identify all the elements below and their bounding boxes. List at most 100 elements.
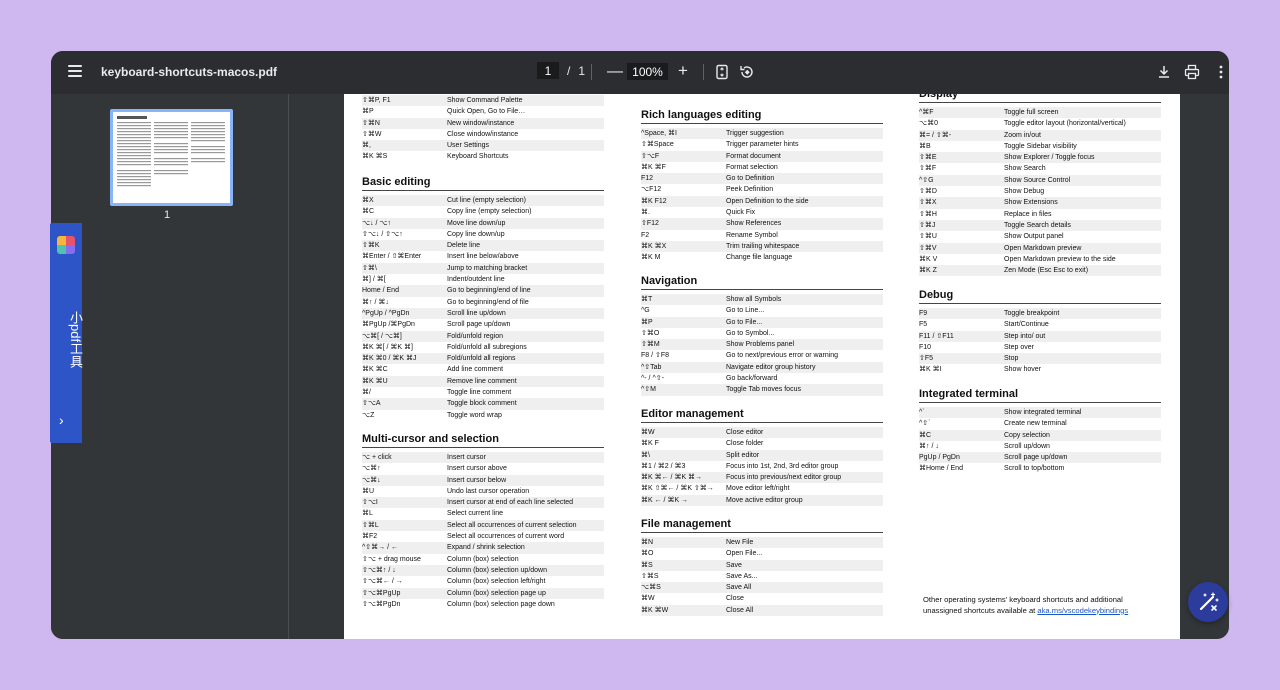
shortcut-description: Copy line down/up [447,230,505,238]
shortcut-section: Editor management ⌘W Close editor ⌘K F Close… [641,408,883,507]
shortcut-keys: ⇧⌥↓ / ⇧⌥↑ [362,230,403,238]
shortcut-keys: ⌥Z [362,411,375,419]
shortcut-description: Trigger parameter hints [726,141,799,149]
shortcut-description: Trigger suggestion [726,130,784,137]
shortcut-description: Toggle Tab moves focus [726,386,801,394]
shortcut-description: Change file language [726,254,793,262]
shortcut-keys: ⌘W [641,429,655,436]
shortcut-row: ⌘N New File [641,537,883,549]
thumbnail-sidebar: 1 [51,94,289,639]
zoom-in-icon[interactable]: + [678,61,688,81]
shortcut-keys: ^Space, ⌘I [641,130,677,137]
zoom-input[interactable] [627,63,668,80]
shortcut-keys: ⇧⌘X [919,199,937,207]
chevron-right-icon[interactable]: › [59,412,64,428]
shortcut-description: Insert line below/above [447,253,519,261]
shortcut-description: Show all Symbols [726,296,782,303]
shortcut-row: ⌘↑ / ⌘↓ Go to beginning/end of file [362,297,604,308]
shortcut-section: Debug F9 Toggle breakpoint F5 Start/Continue… [919,289,1161,376]
shortcut-row: ⌘L Select current line [362,508,604,519]
footer-link[interactable]: aka.ms/vscodekeybindings [1037,606,1128,615]
shortcut-keys: ⌘Home / End [919,465,963,473]
shortcut-keys: ⇧⌘F [919,165,937,173]
document-viewer[interactable]: Other operating systems' keyboard shortc… [289,94,1229,639]
shortcut-description: Fold/unfold all subregions [447,343,527,351]
shortcut-section: Navigation ⌘T Show all Symbols ^G Go to Line… [641,275,883,396]
shortcut-description: Insert cursor [447,454,486,461]
shortcut-description: Cut line (empty selection) [447,197,526,204]
shortcut-keys: ⌘K ⌘U [362,377,388,385]
shortcut-row: ⌘F2 Select all occurrences of current wor… [362,531,604,542]
shortcut-row: ⇧⌘W Close window/instance [362,129,604,140]
more-vert-icon[interactable] [1213,64,1229,80]
shortcut-description: Show integrated terminal [1004,409,1082,416]
shortcut-keys: ⇧⌘V [919,244,937,252]
shortcut-keys: ⇧⌘L [362,521,379,529]
page-thumbnail[interactable] [110,109,233,206]
shortcut-keys: ⇧⌥⌘↑ / ↓ [362,566,396,574]
shortcut-section: General⇧⌘P, F1Show Command Palette⌘PQuic… [362,94,604,163]
shortcut-description: Column (box) selection [447,555,519,563]
shortcut-list: ⌘T Show all Symbols ^G Go to Line... ⌘P Go to… [641,294,883,396]
shortcut-description: Show Output panel [1004,233,1064,241]
shortcut-row: ⇧⌘X Show Extensions [919,197,1161,209]
shortcut-row: ⇧⌘K Delete line [362,240,604,252]
shortcut-description: Scroll line up/down [447,309,506,317]
download-icon[interactable] [1156,64,1172,80]
shortcut-row: ⌘K Z Zen Mode (Esc Esc to exit) [919,265,1161,277]
shortcut-row: ^G Go to Line... [641,305,883,316]
shortcut-row: ^⇧G Show Source Control [919,174,1161,187]
shortcut-row: ^Space, ⌘I Trigger suggestion [641,128,883,140]
shortcut-row: ⌘/ Toggle line comment [362,387,604,398]
menu-icon[interactable] [68,65,82,79]
shortcut-list: ⌘N New File ⌘O Open File... ⌘S Save ⇧⌘S Save As… [641,537,883,617]
shortcut-row: ⇧⌥⌘↑ / ↓ Column (box) selection up/down [362,564,604,577]
shortcut-row: ⌘K F12 Open Definition to the side [641,195,883,208]
shortcut-row: ⌘U Undo last cursor operation [362,486,604,497]
shortcut-row: Home / End Go to beginning/end of line [362,285,604,297]
magic-wand-button[interactable] [1188,582,1228,622]
shortcut-description: Open Definition to the side [726,197,809,205]
shortcut-row: ⇧⌥⌘PgUp Column (box) selection page up [362,587,604,599]
shortcut-list: F9 Toggle breakpoint F5 Start/Continue F11 /… [919,308,1161,376]
print-icon[interactable] [1184,64,1200,80]
shortcut-keys: ⇧F5 [919,355,934,363]
shortcut-keys: ⌘K ⌘F [641,163,666,171]
page-navigation: / 1 [537,62,585,79]
shortcut-row: ⌘Home / End Scroll to top/bottom [919,463,1161,474]
shortcut-description: Column (box) selection page down [447,600,555,608]
shortcut-row: ⌘K M Change file language [641,252,883,263]
shortcut-keys: ⌥⌘↑ [362,465,381,473]
shortcut-description: Move line down/up [447,219,506,227]
shortcut-keys: ⌘K ⌘X [641,242,667,250]
shortcut-row: ⌘O Open File... [641,548,883,559]
page-number-input[interactable] [537,62,559,79]
shortcut-row: ⇧⌘P, F1 Show Command Palette [362,95,604,107]
zoom-out-icon[interactable]: — [607,63,623,81]
shortcut-row: ^` Show integrated terminal [919,407,1161,419]
shortcut-row: ⌘K ⌘← / ⌘K ⌘→ Focus into previous/next ed… [641,472,883,484]
shortcut-keys: ^⌘F [919,109,934,116]
fit-page-icon[interactable] [714,64,730,80]
shortcut-description: Fold/unfold all regions [447,355,516,363]
shortcut-row: ⇧⌘Space Trigger parameter hints [641,139,883,150]
shortcut-description: Go to beginning/end of line [447,287,531,295]
shortcut-keys: ⇧⌥I [362,499,378,507]
shortcut-keys: ⌘K ⌘W [641,606,669,614]
shortcut-list: ⌘X Cut line (empty selection) ⌘C Copy line … [362,195,604,421]
shortcut-row: ⇧⌘\ Jump to matching bracket [362,262,604,275]
shortcut-row: ⇧F12 Show References [641,218,883,230]
pdf-tool-side-panel[interactable]: 小pdf工具 › [50,223,83,443]
section-title: Navigation [641,275,883,290]
shortcut-row: ⇧⌥⌘← / → Column (box) selection left/righ… [362,576,604,587]
rotate-icon[interactable] [739,64,755,80]
shortcut-description: Toggle breakpoint [1004,310,1060,317]
shortcut-row: ^⇧` Create new terminal [919,418,1161,429]
shortcut-keys: ⌘F2 [362,533,378,541]
shortcut-row: ⇧⌘F Show Search [919,163,1161,174]
shortcut-description: Toggle line comment [447,389,512,397]
shortcut-keys: ⌘K ⌘← / ⌘K ⌘→ [641,474,703,482]
shortcut-row: ⇧⌥ + drag mouse Column (box) selection [362,554,604,565]
shortcut-keys: ⌘. [641,209,650,217]
shortcut-row: ⇧⌘U Show Output panel [919,231,1161,242]
